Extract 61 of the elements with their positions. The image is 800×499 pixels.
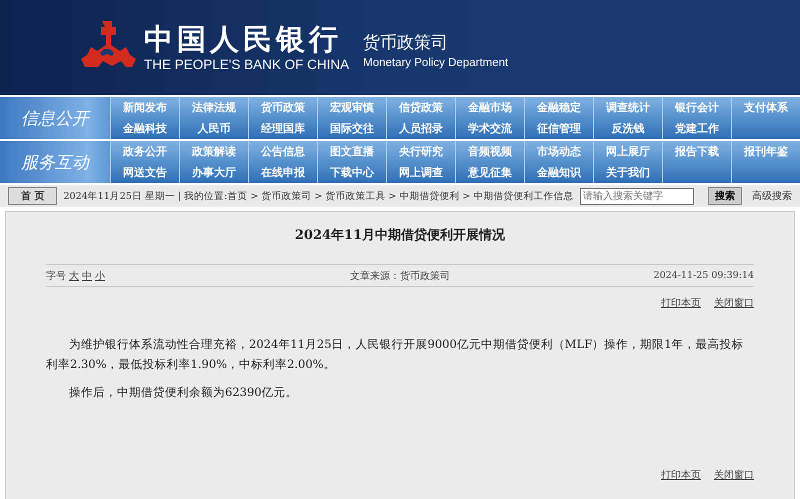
nav-link[interactable]: 网上调查 bbox=[386, 162, 455, 183]
nav-link[interactable]: 征信管理 bbox=[524, 118, 593, 139]
article-source: 文章来源：货币政策司 bbox=[349, 270, 451, 282]
nav-link[interactable]: 央行研究 bbox=[386, 141, 455, 162]
nav-section-label: 信息公开 bbox=[0, 97, 110, 139]
nav-link[interactable]: 货币政策 bbox=[248, 97, 317, 118]
nav-link[interactable]: 金融稳定 bbox=[524, 97, 593, 118]
page-action-link[interactable]: 打印本页 bbox=[661, 296, 701, 310]
nav-link[interactable]: 报刊年鉴 bbox=[731, 141, 800, 162]
nav-link[interactable]: 网上展厅 bbox=[593, 141, 662, 162]
search-button[interactable]: 搜索 bbox=[708, 187, 742, 205]
nav-link[interactable]: 学术交流 bbox=[455, 118, 524, 139]
nav-link[interactable]: 党建工作 bbox=[662, 118, 731, 139]
article-title: 2024年11月中期借贷便利开展情况 bbox=[294, 226, 506, 244]
bank-name-english: THE PEOPLE'S BANK OF CHINA bbox=[144, 56, 350, 74]
font-size-label: 字号 bbox=[46, 270, 66, 282]
nav-link[interactable]: 办事大厅 bbox=[179, 162, 248, 183]
nav-link[interactable]: 图文直播 bbox=[317, 141, 386, 162]
nav-link[interactable]: 支付体系 bbox=[731, 97, 800, 118]
nav-link[interactable]: 金融知识 bbox=[524, 162, 593, 183]
page-action-link[interactable]: 关闭窗口 bbox=[714, 296, 754, 310]
nav-link[interactable]: 人员招录 bbox=[386, 118, 455, 139]
article-paragraph: 为维护银行体系流动性合理充裕，2024年11月25日，人民银行开展9000亿元中期借贷便利（MLF）操作，期限1年，最高投标利率2.30%，最低投标利率1.90%，中标利率2.00%。 bbox=[46, 336, 745, 373]
nav-link[interactable]: 金融科技 bbox=[110, 118, 179, 139]
nav-link[interactable]: 网送文告 bbox=[110, 162, 179, 183]
advanced-search-link[interactable]: 高级搜索 bbox=[752, 189, 792, 203]
publish-time: 2024-11-25 09:39:14 bbox=[652, 270, 754, 281]
nav-link[interactable]: 国际交往 bbox=[317, 118, 386, 139]
font-size-link[interactable]: 大 bbox=[69, 268, 79, 282]
nav-link[interactable]: 法律法规 bbox=[179, 97, 248, 118]
department-name: 货币政策司 bbox=[363, 32, 450, 54]
bank-name: 中国人民银行 bbox=[144, 22, 343, 56]
page-action-link[interactable]: 关闭窗口 bbox=[714, 468, 754, 482]
nav-link[interactable]: 政策解读 bbox=[179, 141, 248, 162]
nav-link[interactable]: 市场动态 bbox=[524, 141, 593, 162]
nav-section-label: 服务互动 bbox=[0, 141, 110, 183]
nav-link[interactable]: 反洗钱 bbox=[593, 118, 662, 139]
nav-link[interactable]: 音频视频 bbox=[455, 141, 524, 162]
nav-link[interactable]: 报告下载 bbox=[662, 141, 731, 162]
nav-link[interactable]: 人民币 bbox=[179, 118, 248, 139]
nav-link[interactable]: 新闻发布 bbox=[110, 97, 179, 118]
nav-link[interactable]: 调查统计 bbox=[593, 97, 662, 118]
nav-link[interactable]: 在线申报 bbox=[248, 162, 317, 183]
nav-link[interactable]: 关于我们 bbox=[593, 162, 662, 183]
article-paragraph: 操作后，中期借贷便利余额为62390亿元。 bbox=[68, 384, 299, 401]
department-name-english: Monetary Policy Department bbox=[363, 56, 508, 70]
nav-link[interactable]: 下载中心 bbox=[317, 162, 386, 183]
page-action-link[interactable]: 打印本页 bbox=[661, 468, 701, 482]
nav-link[interactable]: 银行会计 bbox=[662, 97, 731, 118]
font-size-link[interactable]: 小 bbox=[95, 268, 105, 282]
nav-link[interactable]: 政务公开 bbox=[110, 141, 179, 162]
breadcrumb-text: 2024年11月25日 星期一 | 我的位置:首页 > 货币政策司 > 货币政策工具 > 中期借贷便利 > 中期借贷便利工作信息 bbox=[63, 190, 574, 202]
search-field[interactable]: 请输入搜索关键字 bbox=[580, 188, 694, 204]
nav-link[interactable]: 意见征集 bbox=[455, 162, 524, 183]
nav-link[interactable]: 信贷政策 bbox=[386, 97, 455, 118]
font-size-link[interactable]: 中 bbox=[82, 268, 92, 282]
nav-link[interactable]: 宏观审慎 bbox=[317, 97, 386, 118]
nav-link[interactable]: 经理国库 bbox=[248, 118, 317, 139]
home-button[interactable]: 首 页 bbox=[8, 187, 58, 205]
nav-link[interactable]: 公告信息 bbox=[248, 141, 317, 162]
nav-link[interactable]: 金融市场 bbox=[455, 97, 524, 118]
